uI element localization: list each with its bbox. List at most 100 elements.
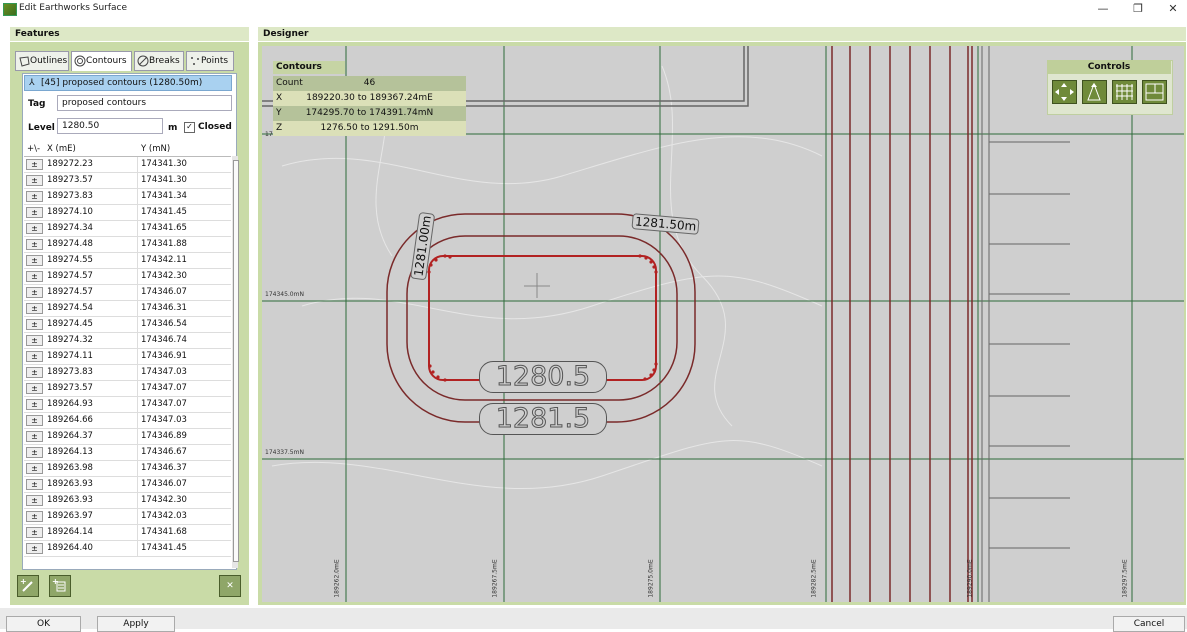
delete-contour-button[interactable]: ✕ [219, 575, 241, 597]
table-row[interactable]: ±189274.11 174346.91 [24, 349, 231, 365]
row-edit-button[interactable]: ± [26, 271, 43, 282]
tab-contours[interactable]: Contours [71, 51, 132, 71]
row-edit-button[interactable]: ± [26, 527, 43, 538]
column-divider [137, 461, 138, 476]
table-row[interactable]: ±189263.98 174346.37 [24, 461, 231, 477]
row-x: 189273.83 [47, 367, 93, 377]
table-row[interactable]: ±189264.37 174346.89 [24, 429, 231, 445]
info-row-count: Count 46 [273, 76, 466, 91]
tab-breaks[interactable]: Breaks [134, 51, 184, 71]
tab-outlines[interactable]: Outlines [15, 51, 69, 71]
table-row[interactable]: ±189273.83 174347.03 [24, 365, 231, 381]
layout-control-button[interactable] [1142, 80, 1167, 104]
column-divider [137, 221, 138, 236]
row-edit-button[interactable]: ± [26, 223, 43, 234]
grid-label-x1: 189262.0mE [333, 559, 341, 598]
table-row[interactable]: ±189264.93 174347.07 [24, 397, 231, 413]
row-edit-button[interactable]: ± [26, 239, 43, 250]
tab-points-label: Points [201, 56, 229, 66]
table-row[interactable]: ±189273.83 174341.34 [24, 189, 231, 205]
row-edit-button[interactable]: ± [26, 303, 43, 314]
row-edit-button[interactable]: ± [26, 175, 43, 186]
row-edit-button[interactable]: ± [26, 191, 43, 202]
points-scrollbar-thumb[interactable] [233, 160, 239, 562]
row-x: 189274.10 [47, 207, 93, 217]
tag-input[interactable]: proposed contours [57, 95, 232, 111]
table-row[interactable]: ±189274.54 174346.31 [24, 301, 231, 317]
row-edit-button[interactable]: ± [26, 463, 43, 474]
table-row[interactable]: ±189274.45 174346.54 [24, 317, 231, 333]
grid-label-x2: 189267.5mE [491, 559, 499, 598]
close-window-button[interactable]: ✕ [1155, 0, 1187, 18]
table-row[interactable]: ±189274.48 174341.88 [24, 237, 231, 253]
table-row[interactable]: ±189264.14 174341.68 [24, 525, 231, 541]
selected-contour[interactable]: ⅄ [45] proposed contours (1280.50m) [24, 75, 232, 91]
pan-control-button[interactable] [1052, 80, 1077, 104]
table-row[interactable]: ±189264.66 174347.03 [24, 413, 231, 429]
row-x: 189273.57 [47, 175, 93, 185]
table-row[interactable]: ±189274.57 174346.07 [24, 285, 231, 301]
row-edit-button[interactable]: ± [26, 367, 43, 378]
row-x: 189274.57 [47, 287, 93, 297]
table-row[interactable]: ±189274.32 174346.74 [24, 333, 231, 349]
row-edit-button[interactable]: ± [26, 159, 43, 170]
row-edit-button[interactable]: ± [26, 543, 43, 554]
rotate-control-button[interactable] [1082, 80, 1107, 104]
row-edit-button[interactable]: ± [26, 255, 43, 266]
table-row[interactable]: ±189273.57 174347.07 [24, 381, 231, 397]
row-x: 189264.93 [47, 399, 93, 409]
apply-button[interactable]: Apply [97, 616, 175, 632]
table-row[interactable]: ±189263.97 174342.03 [24, 509, 231, 525]
restore-button[interactable]: ❐ [1120, 0, 1156, 18]
tab-points[interactable]: Points [186, 51, 234, 71]
row-edit-button[interactable]: ± [26, 207, 43, 218]
svg-text:+: + [52, 577, 59, 586]
pan-arrows-icon [1055, 83, 1074, 101]
table-row[interactable]: ±189264.13 174346.67 [24, 445, 231, 461]
cancel-button[interactable]: Cancel [1113, 616, 1185, 632]
row-y: 174342.03 [141, 511, 187, 521]
minimize-button[interactable]: — [1085, 0, 1121, 18]
grid-toggle-button[interactable] [1112, 80, 1137, 104]
contours-info-title: Contours [273, 61, 345, 74]
column-divider [137, 477, 138, 492]
level-input[interactable]: 1280.50 [57, 118, 163, 134]
column-divider [137, 285, 138, 300]
ok-button[interactable]: OK [6, 616, 81, 632]
row-y: 174341.45 [141, 207, 187, 217]
tab-outlines-label: Outlines [30, 56, 68, 66]
row-edit-button[interactable]: ± [26, 335, 43, 346]
table-row[interactable]: ±189273.57 174341.30 [24, 173, 231, 189]
table-row[interactable]: ±189274.34 174341.65 [24, 221, 231, 237]
row-edit-button[interactable]: ± [26, 495, 43, 506]
grid-label-x5: 189290.0mE [966, 559, 974, 598]
row-edit-button[interactable]: ± [26, 319, 43, 330]
column-divider [137, 301, 138, 316]
row-y: 174346.37 [141, 463, 187, 473]
table-row[interactable]: ±189274.57 174342.30 [24, 269, 231, 285]
title-bar: Edit Earthworks Surface — ❐ ✕ [0, 0, 1187, 18]
row-edit-button[interactable]: ± [26, 383, 43, 394]
table-row[interactable]: ±189264.40 174341.45 [24, 541, 231, 557]
row-edit-button[interactable]: ± [26, 415, 43, 426]
outlines-icon [19, 55, 30, 67]
insert-point-button[interactable]: + [49, 575, 71, 597]
table-row[interactable]: ±189274.10 174341.45 [24, 205, 231, 221]
row-edit-button[interactable]: ± [26, 511, 43, 522]
closed-checkbox[interactable]: ✓ [184, 122, 195, 133]
table-row[interactable]: ±189263.93 174346.07 [24, 477, 231, 493]
row-edit-button[interactable]: ± [26, 399, 43, 410]
row-y: 174346.67 [141, 447, 187, 457]
table-row[interactable]: ±189272.23 174341.30 [24, 157, 231, 173]
row-x: 189273.83 [47, 191, 93, 201]
row-edit-button[interactable]: ± [26, 431, 43, 442]
grid-label-y-mid: 174345.0mN [265, 291, 304, 298]
row-edit-button[interactable]: ± [26, 351, 43, 362]
row-edit-button[interactable]: ± [26, 447, 43, 458]
add-point-button[interactable]: + [17, 575, 39, 597]
row-edit-button[interactable]: ± [26, 479, 43, 490]
row-edit-button[interactable]: ± [26, 287, 43, 298]
row-x: 189264.14 [47, 527, 93, 537]
table-row[interactable]: ±189274.55 174342.11 [24, 253, 231, 269]
table-row[interactable]: ±189263.93 174342.30 [24, 493, 231, 509]
